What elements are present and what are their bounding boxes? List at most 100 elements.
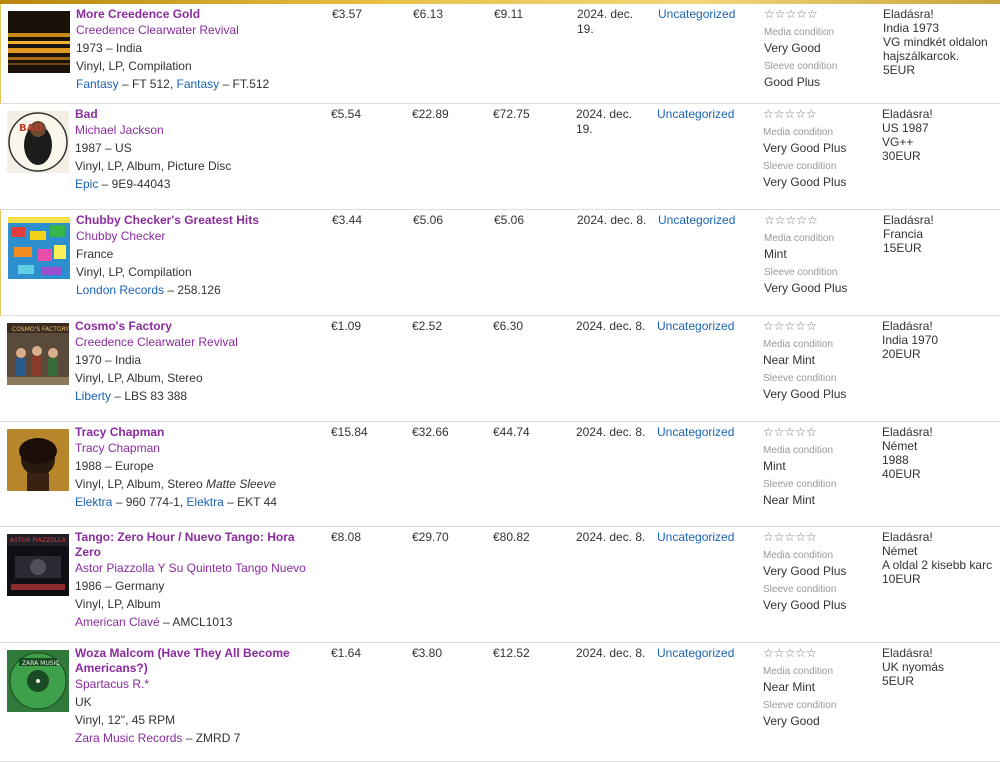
release-title-link[interactable]: More Creedence Gold [76,7,321,22]
media-condition-value[interactable]: Near Mint [763,352,873,368]
note-line: 15EUR [883,241,922,255]
label-link[interactable]: American Clavé [75,615,160,629]
notes[interactable]: Eladásra! India 1970 20EUR [882,319,998,361]
format-line: Vinyl, 12", 45 RPM [75,711,320,729]
price-median: €22.89 [412,107,449,121]
media-condition-value[interactable]: Very Good Plus [763,140,873,156]
album-cover-thumbnail[interactable] [8,217,70,279]
folder-link[interactable]: Uncategorized [657,319,734,334]
notes[interactable]: Eladásra! Német A oldal 2 kisebb karc 10EUR [882,530,998,586]
release-info: Tracy Chapman Tracy Chapman 1988 – Europ… [75,425,320,511]
label-link[interactable]: Zara Music Records [75,731,182,745]
note-line: 40EUR [882,467,921,481]
note-line: 30EUR [882,149,921,163]
label-link[interactable]: Fantasy [76,77,119,91]
price-median: €5.06 [413,213,444,227]
artist-link[interactable]: Creedence Clearwater Revival [75,334,320,351]
release-title-link[interactable]: Bad [75,107,320,122]
artist-link[interactable]: Chubby Checker [76,228,321,245]
label-link[interactable]: Epic [75,177,98,191]
date-added: 2024. dec. 8. [577,213,647,227]
catalog-number: – ZMRD 7 [182,731,241,745]
folder-link[interactable]: Uncategorized [658,213,735,228]
album-cover-thumbnail[interactable]: ASTOR PIAZZOLLA [7,534,69,596]
note-line: Eladásra! [882,107,933,121]
notes[interactable]: Eladásra! India 1973 VG mindkét oldalon ha… [883,7,999,77]
sleeve-condition-value[interactable]: Very Good Plus [763,597,873,613]
star-rating[interactable]: ☆☆☆☆☆ [764,7,874,22]
star-rating[interactable]: ☆☆☆☆☆ [763,646,873,661]
media-condition-value[interactable]: Mint [764,246,874,262]
sleeve-condition-value[interactable]: Very Good Plus [764,280,874,296]
label-link[interactable]: London Records [76,283,164,297]
label-link[interactable]: Liberty [75,389,111,403]
price-median: €3.80 [412,646,443,660]
media-condition-value[interactable]: Near Mint [763,679,873,695]
date-added: 2024. dec. 8. [576,319,646,333]
price-min: €1.64 [331,646,362,660]
sleeve-condition-value[interactable]: Very Good Plus [763,174,873,190]
label-link[interactable]: Elektra [186,495,223,509]
catalog-number: – 960 774-1, [112,495,187,509]
release-title-link[interactable]: Chubby Checker's Greatest Hits [76,213,321,228]
sleeve-condition-value[interactable]: Very Good [763,713,873,729]
note-line: Eladásra! [882,425,933,439]
price-median: €32.66 [412,425,449,439]
note-line: UK nyomás [882,660,945,674]
folder-link[interactable]: Uncategorized [658,7,735,22]
label-line: Zara Music Records – ZMRD 7 [75,729,320,747]
release-info: Cosmo's Factory Creedence Clearwater Rev… [75,319,320,405]
note-line: Német [882,544,918,558]
media-condition-value[interactable]: Very Good Plus [763,563,873,579]
media-condition-label: Media condition [764,233,835,244]
artist-link[interactable]: Astor Piazzolla Y Su Quinteto Tango Nuev… [75,560,320,577]
format-line: Vinyl, LP, Album [75,595,320,613]
artist-link[interactable]: Spartacus R.* [75,676,320,693]
format-line: Vinyl, LP, Album, Stereo Matte Sleeve [75,475,320,493]
album-cover-thumbnail[interactable]: ZARA MUSIC [7,650,69,712]
year-country: 1973 – India [76,41,143,55]
album-cover-thumbnail[interactable]: COSMO'S FACTORY [7,323,69,385]
label-line: Liberty – LBS 83 388 [75,387,320,405]
notes[interactable]: Eladásra! US 1987 VG++ 30EUR [882,107,998,163]
label-line: Fantasy – FT 512, Fantasy – FT.512 [76,75,321,93]
album-cover-thumbnail[interactable] [8,11,70,73]
release-title-link[interactable]: Cosmo's Factory [75,319,320,334]
note-line: 5EUR [882,674,915,688]
collection-row: Tracy Chapman Tracy Chapman 1988 – Europ… [0,422,1000,527]
album-cover-thumbnail[interactable] [7,429,69,491]
album-cover-thumbnail[interactable]: BAD [7,111,69,173]
folder-link[interactable]: Uncategorized [657,107,734,122]
sleeve-condition-value[interactable]: Very Good Plus [763,386,873,402]
artist-link[interactable]: Creedence Clearwater Revival [76,22,321,39]
catalog-number: – 258.126 [164,283,221,297]
folder-link[interactable]: Uncategorized [657,425,734,440]
sleeve-condition-value[interactable]: Near Mint [763,492,873,508]
sleeve-condition-value[interactable]: Good Plus [764,74,874,90]
media-condition-value[interactable]: Mint [763,458,873,474]
folder-link[interactable]: Uncategorized [657,646,734,661]
label-link[interactable]: Elektra [75,495,112,509]
notes[interactable]: Eladásra! Francia 15EUR [883,213,999,255]
release-title-link[interactable]: Tracy Chapman [75,425,320,440]
star-rating[interactable]: ☆☆☆☆☆ [764,213,874,228]
star-rating[interactable]: ☆☆☆☆☆ [763,425,873,440]
artist-link[interactable]: Tracy Chapman [75,440,320,457]
artist-link[interactable]: Michael Jackson [75,122,320,139]
label-link[interactable]: Fantasy [177,77,220,91]
release-title-link[interactable]: Tango: Zero Hour / Nuevo Tango: Hora Zer… [75,530,320,560]
star-rating[interactable]: ☆☆☆☆☆ [763,530,873,545]
note-line: Eladásra! [882,319,933,333]
notes[interactable]: Eladásra! Német 1988 40EUR [882,425,998,481]
catalog-number: – FT 512, [118,77,177,91]
star-rating[interactable]: ☆☆☆☆☆ [763,107,873,122]
note-line: Eladásra! [882,530,933,544]
release-info: Tango: Zero Hour / Nuevo Tango: Hora Zer… [75,530,320,631]
notes[interactable]: Eladásra! UK nyomás 5EUR [882,646,998,688]
media-condition-value[interactable]: Very Good [764,40,874,56]
star-rating[interactable]: ☆☆☆☆☆ [763,319,873,334]
folder-link[interactable]: Uncategorized [657,530,734,545]
format-line: Vinyl, LP, Compilation [76,263,321,281]
release-title-link[interactable]: Woza Malcom (Have They All Become Americ… [75,646,320,676]
label-line: American Clavé – AMCL1013 [75,613,320,631]
